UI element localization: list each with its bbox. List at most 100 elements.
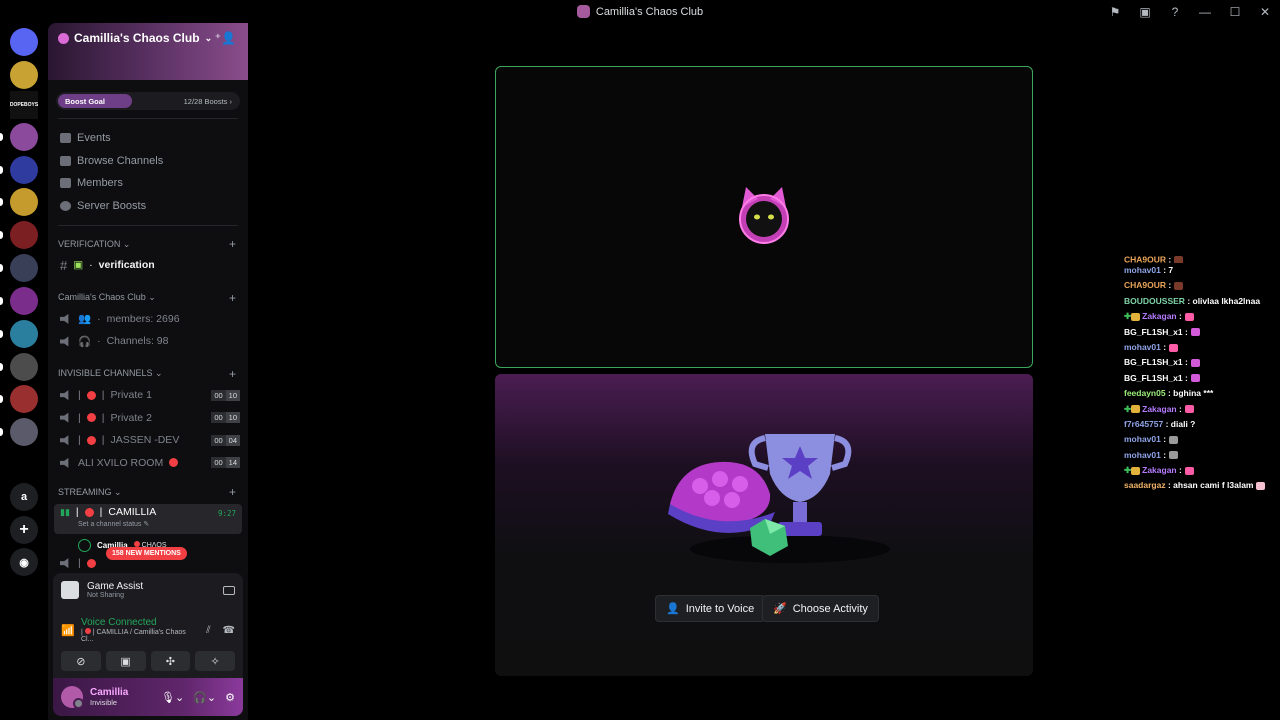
chat-message: BG_FL1SH_x1 : bbox=[1124, 325, 1274, 340]
emote-icon bbox=[1190, 374, 1200, 383]
screen-share-icon[interactable] bbox=[223, 585, 235, 595]
badge-icon bbox=[1131, 405, 1141, 414]
new-mentions-pill[interactable]: 158 NEW MENTIONS bbox=[106, 547, 187, 560]
user-info[interactable]: Camillia Invisible bbox=[90, 687, 128, 707]
no-entry-icon bbox=[86, 435, 96, 445]
stream-chat-overlay: CHA9OUR : mohav01 : 7 CHA9OUR : BOUDOUSSER … bbox=[1124, 256, 1274, 494]
help-icon[interactable]: ? bbox=[1160, 5, 1190, 19]
nav-members[interactable]: Members bbox=[48, 172, 248, 195]
chat-username: Zakagan bbox=[1142, 465, 1177, 476]
chat-username: BG_FL1SH_x1 bbox=[1124, 372, 1183, 383]
server-name-button[interactable]: Camillia's Chaos Club ⌄ bbox=[58, 31, 212, 45]
speaker-icon bbox=[60, 558, 69, 569]
chat-text: : diali ? bbox=[1165, 418, 1196, 429]
add-server-button[interactable]: + bbox=[10, 516, 38, 544]
video-tile-user[interactable] bbox=[495, 66, 1033, 368]
channel-members-count[interactable]: 👥 · members: 2696 bbox=[48, 308, 248, 331]
category-club[interactable]: Camillia's Chaos Club ⌄ + bbox=[48, 288, 248, 308]
unread-pill bbox=[0, 264, 3, 272]
unread-pill bbox=[0, 330, 3, 338]
server-icon[interactable] bbox=[10, 28, 38, 56]
emote-icon bbox=[1184, 466, 1194, 475]
add-member-icon[interactable]: ⁺👤 bbox=[215, 31, 236, 45]
add-channel-icon[interactable]: + bbox=[229, 367, 236, 381]
boost-goal-bar[interactable]: Boost Goal 12/28 Boosts › bbox=[56, 92, 240, 110]
no-entry-icon bbox=[86, 413, 96, 423]
channel-camillia-active[interactable]: ▮▮ | | CAMILLIA Set a channel status ✎ 9:… bbox=[54, 504, 242, 535]
activities-button[interactable]: ✣ bbox=[150, 651, 191, 671]
channel-ali-xvilo-room[interactable]: ALI XVILO ROOM 00 14 bbox=[48, 452, 248, 475]
pencil-icon[interactable]: ✎ bbox=[143, 521, 149, 528]
rocket-icon: 🚀 bbox=[773, 603, 787, 615]
chat-username: CHA9OUR bbox=[1124, 280, 1167, 291]
camera-off-button[interactable]: ⊘ bbox=[61, 651, 101, 671]
unread-pill bbox=[0, 231, 3, 239]
trophy-illustration bbox=[668, 434, 890, 563]
server-icon[interactable]: DOPEBOYS bbox=[10, 91, 38, 119]
server-icon[interactable] bbox=[10, 61, 38, 89]
server-icon[interactable] bbox=[10, 320, 38, 348]
check-emoji-icon: ▣ bbox=[73, 259, 84, 272]
server-icon[interactable] bbox=[10, 254, 38, 282]
sub-badge-icon: ✚ bbox=[1124, 311, 1132, 322]
chat-username: mohav01 bbox=[1124, 434, 1161, 445]
voice-connected[interactable]: 📶 Voice Connected | | CAMILLIA / Camilli… bbox=[53, 607, 243, 643]
screen-icon[interactable]: ▣ bbox=[1130, 5, 1160, 19]
channel-channels-count[interactable]: 🎧 · Channels: 98 bbox=[48, 330, 248, 353]
no-entry-icon bbox=[169, 458, 179, 468]
chat-text: : bbox=[1179, 311, 1182, 322]
server-icon[interactable] bbox=[10, 221, 38, 249]
avatar[interactable] bbox=[61, 686, 84, 709]
soundboard-button[interactable]: ✧ bbox=[195, 651, 235, 671]
chat-username: BG_FL1SH_x1 bbox=[1124, 326, 1183, 337]
choose-activity-button[interactable]: 🚀 Choose Activity bbox=[762, 595, 879, 622]
nav-events[interactable]: Events bbox=[48, 127, 248, 150]
inbox-icon[interactable]: ⚑ bbox=[1100, 5, 1130, 19]
share-screen-button[interactable]: ▣ bbox=[105, 651, 146, 671]
category-streaming[interactable]: STREAMING ⌄ + bbox=[48, 482, 248, 502]
add-channel-icon[interactable]: + bbox=[229, 291, 236, 305]
emote-icon bbox=[1174, 256, 1184, 263]
voice-active-icon: ▮▮ bbox=[60, 506, 70, 517]
disconnect-icon[interactable]: ☎ bbox=[223, 625, 235, 636]
server-icon[interactable] bbox=[10, 418, 38, 446]
channel-jassen-dev[interactable]: | | JASSEN -DEV 00 04 bbox=[48, 429, 248, 452]
invite-to-voice-button[interactable]: 👤 Invite to Voice bbox=[655, 595, 766, 622]
chat-username: feedayn05 bbox=[1124, 388, 1166, 399]
headphones-icon[interactable]: 🎧⌄ bbox=[193, 691, 216, 704]
chat-username: CHA9OUR bbox=[1124, 256, 1167, 263]
avatar bbox=[78, 538, 91, 552]
server-icon[interactable] bbox=[10, 123, 38, 151]
add-channel-icon[interactable]: + bbox=[229, 237, 236, 251]
gear-icon[interactable]: ⚙ bbox=[225, 691, 235, 704]
boost-goal-label: Boost Goal bbox=[58, 94, 132, 108]
channel-private-2[interactable]: | | Private 2 00 10 bbox=[48, 406, 248, 429]
noise-suppression-icon[interactable]: ⫽ bbox=[206, 625, 210, 636]
add-channel-icon[interactable]: + bbox=[229, 485, 236, 499]
maximize-button[interactable]: ☐ bbox=[1220, 5, 1250, 19]
discover-button[interactable]: ◉ bbox=[10, 548, 38, 576]
server-icon[interactable] bbox=[10, 188, 38, 216]
emote-icon bbox=[1256, 482, 1266, 491]
emote-icon bbox=[1184, 312, 1194, 321]
headphones-icon: 🎧 bbox=[78, 335, 92, 348]
category-invisible[interactable]: INVISIBLE CHANNELS ⌄ + bbox=[48, 364, 248, 384]
server-icon[interactable] bbox=[10, 287, 38, 315]
user-limit-badge: 00 10 bbox=[211, 389, 240, 401]
game-assist[interactable]: Game Assist Not Sharing bbox=[53, 573, 243, 607]
nav-server-boosts[interactable]: Server Boosts bbox=[48, 195, 248, 218]
channel-verification[interactable]: # ▣ · verification bbox=[48, 254, 248, 277]
speaker-icon bbox=[60, 336, 69, 347]
server-icon[interactable] bbox=[10, 353, 38, 381]
server-icon[interactable] bbox=[10, 385, 38, 413]
server-icon[interactable]: a bbox=[10, 483, 38, 511]
category-verification[interactable]: VERIFICATION ⌄ + bbox=[48, 234, 248, 254]
microphone-icon[interactable]: 🎙⌄ bbox=[161, 691, 184, 704]
no-entry-icon bbox=[86, 390, 96, 400]
chat-text: : bbox=[1184, 326, 1188, 337]
server-icon[interactable] bbox=[10, 156, 38, 184]
minimize-button[interactable]: — bbox=[1190, 5, 1220, 19]
channel-private-1[interactable]: | | Private 1 00 10 bbox=[48, 384, 248, 407]
nav-browse-channels[interactable]: Browse Channels bbox=[48, 150, 248, 173]
close-button[interactable]: ✕ bbox=[1250, 5, 1280, 19]
